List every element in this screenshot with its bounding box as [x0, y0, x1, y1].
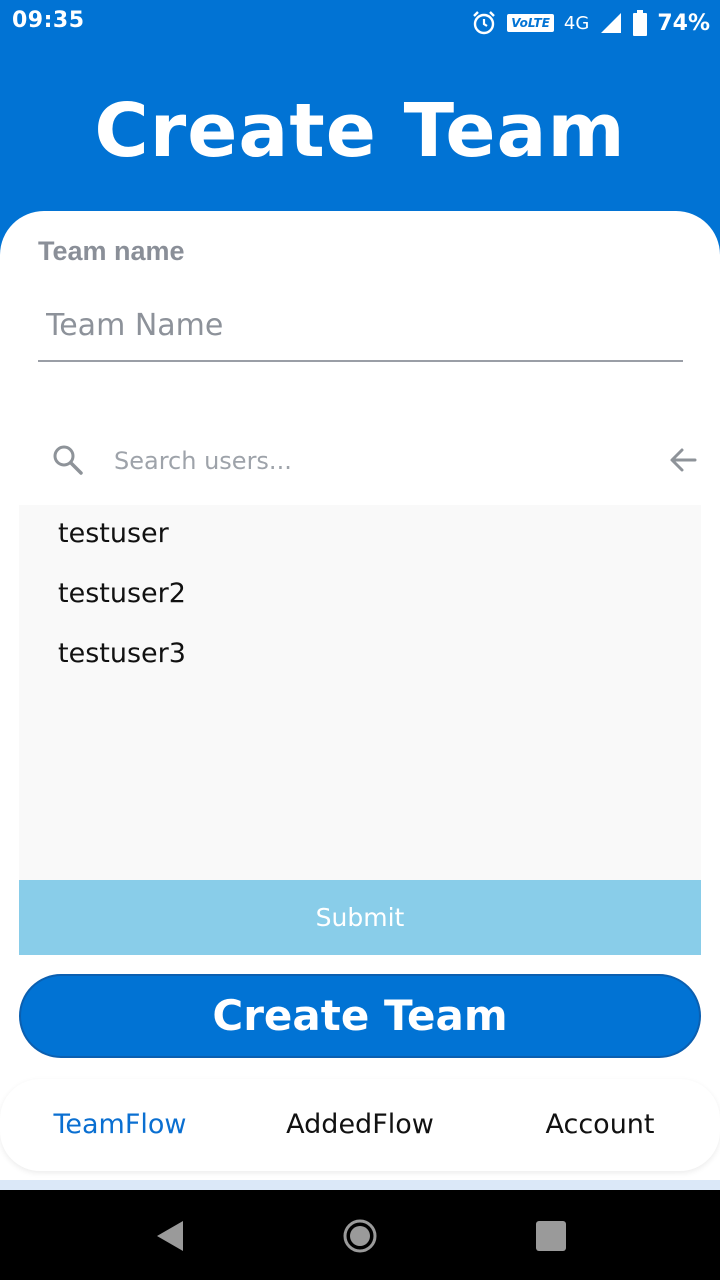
status-bar: 09:35 VoLTE 4G 74%: [0, 0, 720, 48]
tab-addedflow[interactable]: AddedFlow: [240, 1109, 480, 1140]
list-item[interactable]: testuser2: [58, 578, 186, 609]
team-name-input[interactable]: [38, 290, 683, 362]
arrow-back-icon[interactable]: [664, 441, 702, 479]
create-team-button[interactable]: Create Team: [19, 974, 701, 1058]
signal-icon: [601, 13, 622, 33]
status-icons: VoLTE 4G 74%: [471, 8, 710, 38]
status-time: 09:35: [12, 8, 85, 33]
home-circle-icon[interactable]: [342, 1218, 378, 1254]
search-bar: [0, 425, 720, 495]
team-name-label: Team name: [38, 236, 185, 266]
list-item[interactable]: testuser3: [58, 638, 186, 669]
user-list: testuser testuser2 testuser3: [19, 505, 701, 880]
battery-icon: [633, 10, 648, 36]
tab-teamflow[interactable]: TeamFlow: [0, 1109, 240, 1140]
bottom-nav: TeamFlow AddedFlow Account: [0, 1079, 720, 1171]
submit-button[interactable]: Submit: [19, 880, 701, 955]
list-item[interactable]: testuser: [58, 518, 169, 549]
battery-level: 74%: [657, 10, 710, 36]
back-triangle-icon[interactable]: [155, 1219, 185, 1253]
search-input[interactable]: [112, 437, 646, 485]
alarm-icon: [473, 11, 496, 35]
search-icon[interactable]: [50, 442, 86, 478]
volte-badge: VoLTE: [507, 14, 554, 32]
tab-account[interactable]: Account: [480, 1109, 720, 1140]
network-type: 4G: [563, 12, 590, 34]
page-title: Create Team: [94, 88, 626, 174]
recents-square-icon[interactable]: [536, 1221, 566, 1251]
bottom-nav-shadow: [0, 1180, 720, 1190]
